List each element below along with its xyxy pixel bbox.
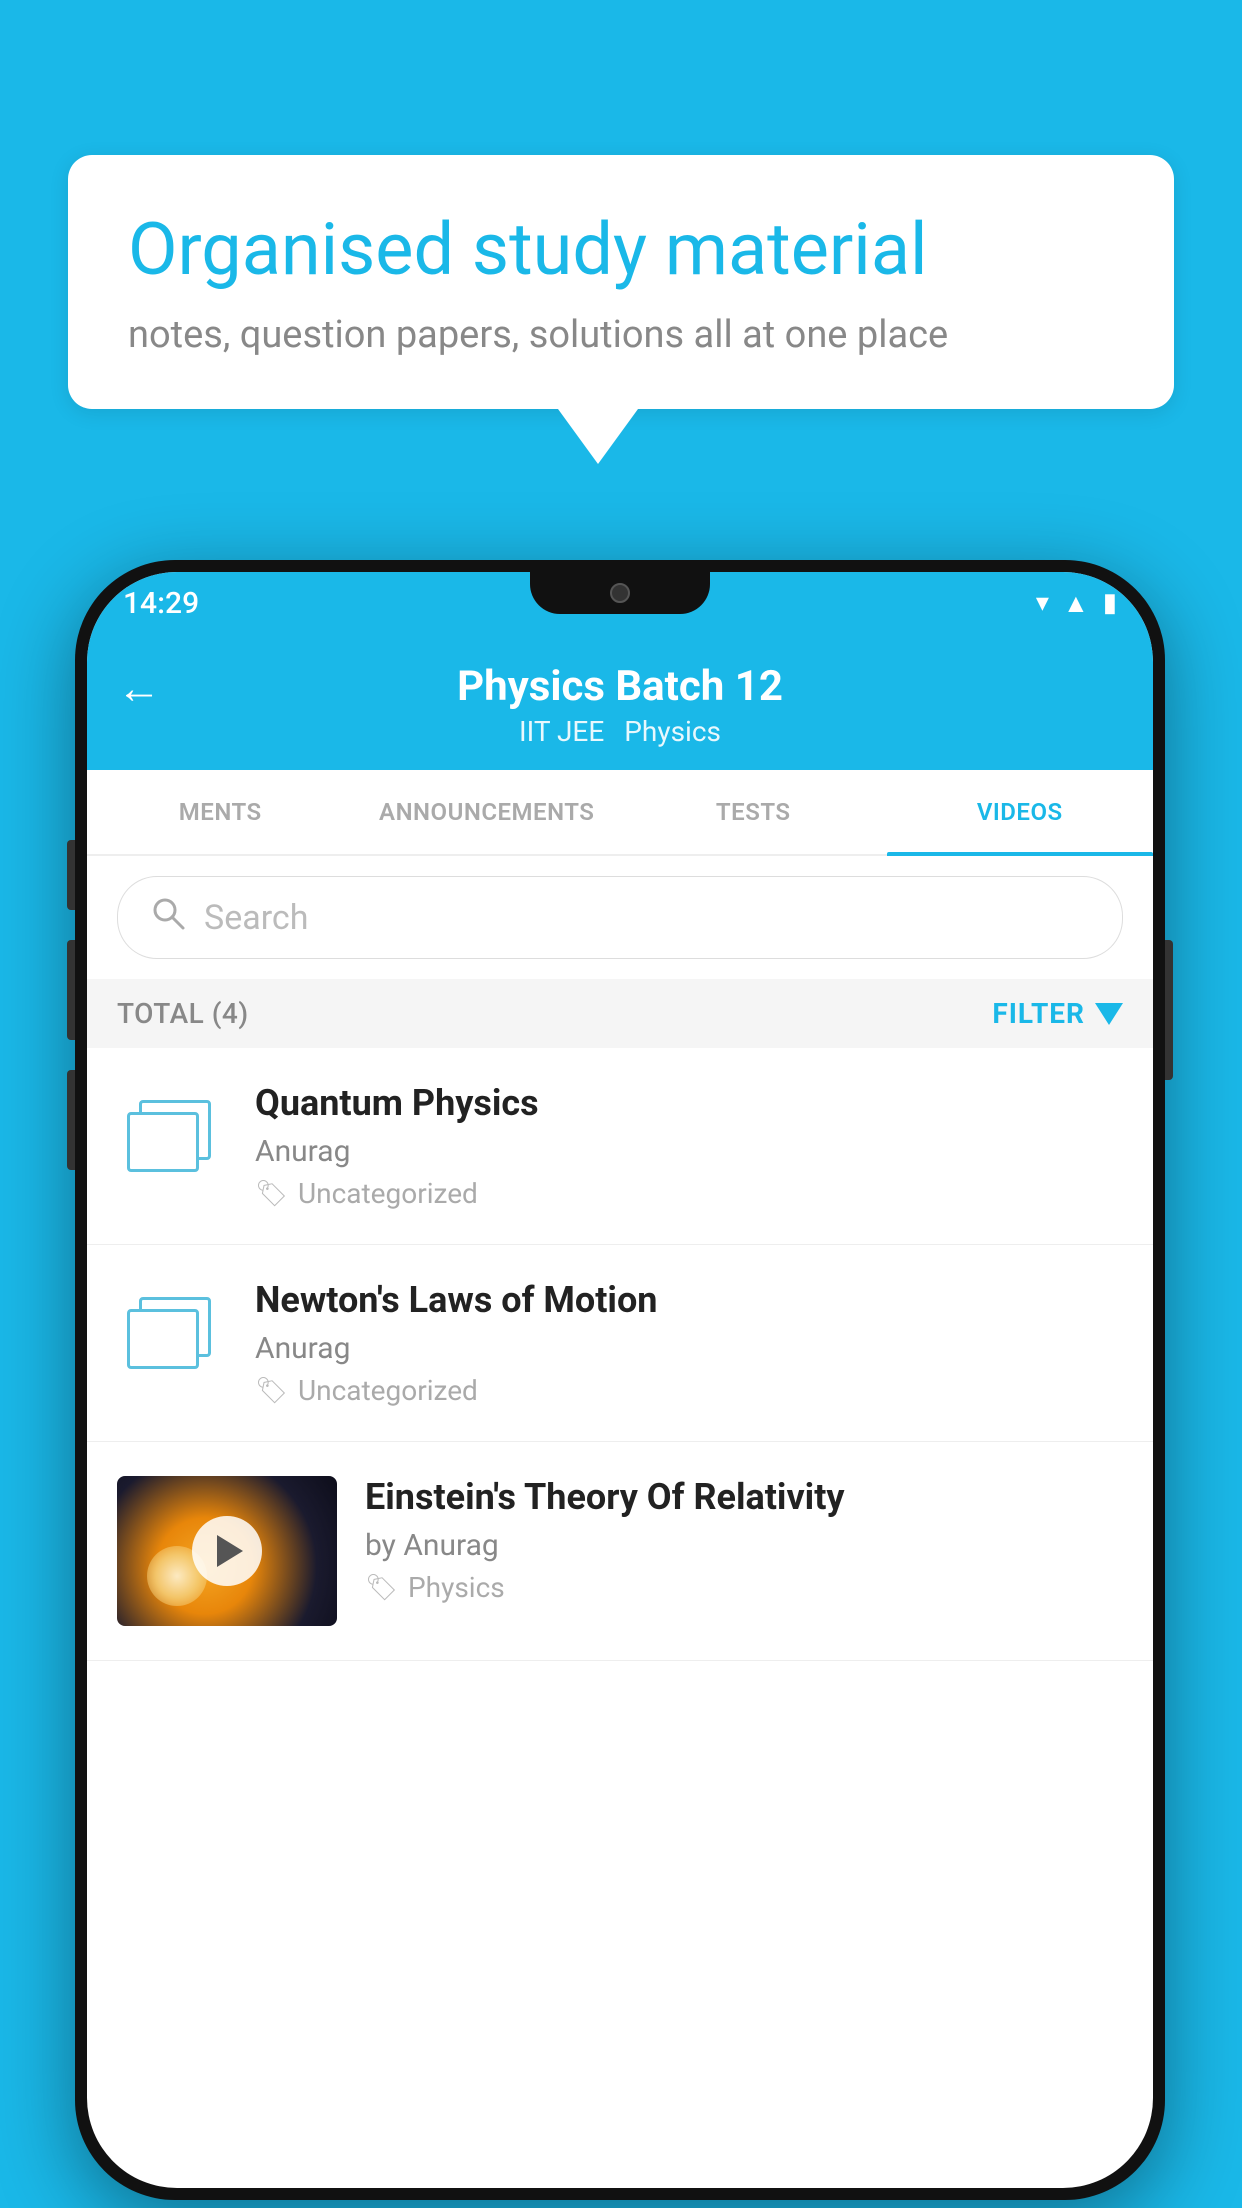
play-icon [217,1535,243,1567]
item-author: Anurag [255,1331,1123,1366]
search-icon [150,895,186,940]
header-tag-iit: IIT JEE [519,715,604,748]
tab-ments[interactable]: MENTS [87,770,354,854]
item-tag: 🏷 Uncategorized [255,1374,1123,1407]
filter-button[interactable]: FILTER [992,997,1123,1030]
phone-power-btn [1165,940,1173,1080]
play-button[interactable] [192,1516,262,1586]
search-bar[interactable]: Search [117,876,1123,959]
list-item[interactable]: Newton's Laws of Motion Anurag 🏷 Uncateg… [87,1245,1153,1442]
phone-frame: 14:29 ▾ ▲ ▮ ← Physics Batch 12 IIT JEE P… [75,560,1165,2200]
item-author: by Anurag [365,1528,1123,1563]
item-thumbnail-folder [117,1082,227,1192]
item-thumbnail-folder [117,1279,227,1389]
header-subtitle: IIT JEE Physics [519,715,721,748]
phone-volume-up-btn [67,840,75,910]
search-bar-container: Search [87,856,1153,979]
status-icons: ▾ ▲ ▮ [1036,588,1117,619]
tag-icon: 🏷 [365,1573,398,1603]
search-input-placeholder: Search [204,898,308,938]
bubble-tail [558,409,638,464]
item-tag-label: Uncategorized [298,1177,478,1210]
item-title: Einstein's Theory Of Relativity [365,1476,1123,1518]
back-button[interactable]: ← [117,662,161,714]
item-title: Quantum Physics [255,1082,1123,1124]
item-author: Anurag [255,1134,1123,1169]
app-header: ← Physics Batch 12 IIT JEE Physics [87,634,1153,770]
tabs-bar: MENTS ANNOUNCEMENTS TESTS VIDEOS [87,770,1153,856]
tab-announcements[interactable]: ANNOUNCEMENTS [354,770,621,854]
tab-tests[interactable]: TESTS [620,770,887,854]
video-thumbnail [117,1476,337,1626]
filter-icon [1095,1003,1123,1025]
phone-notch [530,572,710,614]
tab-videos[interactable]: VIDEOS [887,770,1154,854]
folder-icon [127,1092,217,1182]
phone-volume-down-btn [67,940,75,1040]
list-item[interactable]: Quantum Physics Anurag 🏷 Uncategorized [87,1048,1153,1245]
speech-bubble: Organised study material notes, question… [68,155,1174,409]
video-list: Quantum Physics Anurag 🏷 Uncategorized [87,1048,1153,1661]
list-item[interactable]: Einstein's Theory Of Relativity by Anura… [87,1442,1153,1661]
total-count: TOTAL (4) [117,997,249,1030]
item-info: Quantum Physics Anurag 🏷 Uncategorized [255,1082,1123,1210]
battery-icon: ▮ [1103,588,1117,618]
item-info: Einstein's Theory Of Relativity by Anura… [365,1476,1123,1604]
item-title: Newton's Laws of Motion [255,1279,1123,1321]
tag-icon: 🏷 [255,1376,288,1406]
tag-icon: 🏷 [255,1179,288,1209]
speech-bubble-container: Organised study material notes, question… [68,155,1174,464]
filter-label: FILTER [992,997,1085,1030]
filter-row: TOTAL (4) FILTER [87,979,1153,1048]
item-tag: 🏷 Uncategorized [255,1177,1123,1210]
bubble-title: Organised study material [128,207,1114,293]
header-tag-physics: Physics [624,715,721,748]
signal-icon: ▲ [1063,588,1089,619]
phone-mute-btn [67,1070,75,1170]
item-tag-label: Physics [408,1571,505,1604]
item-info: Newton's Laws of Motion Anurag 🏷 Uncateg… [255,1279,1123,1407]
folder-icon [127,1289,217,1379]
status-bar: 14:29 ▾ ▲ ▮ [87,572,1153,634]
wifi-icon: ▾ [1036,588,1049,618]
item-tag: 🏷 Physics [365,1571,1123,1604]
phone-screen: 14:29 ▾ ▲ ▮ ← Physics Batch 12 IIT JEE P… [87,572,1153,2188]
bubble-subtitle: notes, question papers, solutions all at… [128,313,1114,357]
status-time: 14:29 [123,586,199,621]
header-title: Physics Batch 12 [457,662,783,711]
camera [610,583,630,603]
item-tag-label: Uncategorized [298,1374,478,1407]
